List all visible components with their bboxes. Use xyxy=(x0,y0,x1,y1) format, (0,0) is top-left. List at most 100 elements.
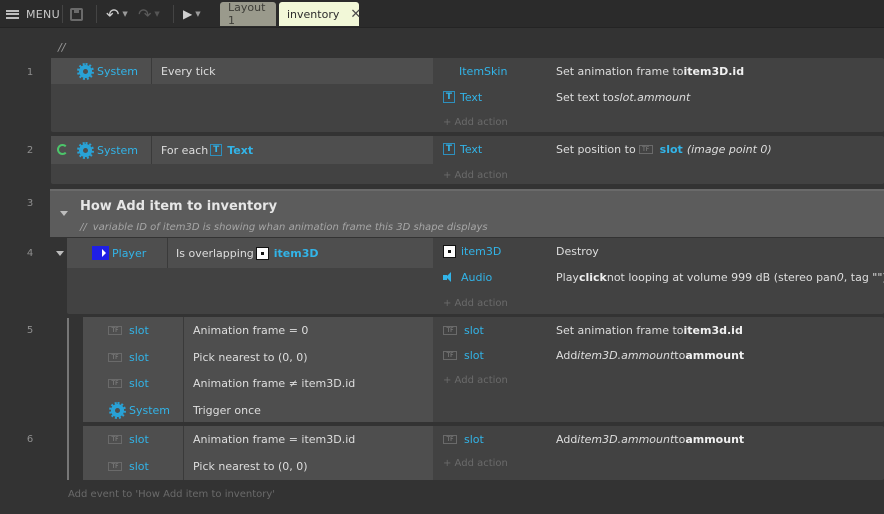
event-block[interactable]: TF slot Animation frame = 0 TF slot Pick n… xyxy=(83,317,884,422)
condition-row[interactable]: TF slot Animation frame ≠ item3D.id xyxy=(83,370,433,396)
gear-icon xyxy=(109,401,126,419)
condition-object: System xyxy=(77,136,139,164)
slot-icon: TF xyxy=(108,352,122,362)
action-object: T Text xyxy=(443,136,482,162)
slot-icon: TF xyxy=(443,350,457,360)
collapse-arrow-icon[interactable] xyxy=(60,211,68,216)
condition-text: Pick nearest to (0, 0) xyxy=(193,459,308,473)
condition-row[interactable]: System Trigger once xyxy=(83,397,433,423)
condition-row[interactable]: TF slot Pick nearest to (0, 0) xyxy=(83,453,433,479)
slot-icon: TF xyxy=(638,144,653,154)
condition-text: Animation frame ≠ item3D.id xyxy=(193,376,356,390)
object-name: item3D xyxy=(273,246,319,260)
condition-row[interactable]: TF slot Animation frame = 0 xyxy=(83,317,433,343)
event-block[interactable]: System For each T Text T Text Set positio… xyxy=(51,136,884,184)
slot-icon: TF xyxy=(108,461,122,471)
action-text: Play click not looping at volume 999 dB … xyxy=(556,264,884,290)
menu-label: MENU xyxy=(26,7,60,21)
tab-layout-1[interactable]: Layout 1 xyxy=(220,1,276,27)
action-param: slot.ammount xyxy=(613,90,691,104)
object-name: Text xyxy=(460,90,483,104)
condition-object: Player xyxy=(92,238,146,268)
action-row[interactable]: TF slot Add item3D.ammount to ammount xyxy=(443,426,883,452)
condition-row[interactable]: System For each T Text xyxy=(51,136,433,164)
object-name: System xyxy=(129,403,171,417)
condition-row[interactable]: System Every tick xyxy=(51,58,433,84)
action-param: ammount xyxy=(685,348,745,362)
action-object: TF slot xyxy=(443,342,484,368)
slot-icon: TF xyxy=(108,325,122,335)
action-object: T Text xyxy=(443,84,482,110)
gear-icon xyxy=(77,62,94,80)
action-param: click xyxy=(578,270,607,284)
hamburger-icon xyxy=(6,9,19,19)
condition-text-part: Is overlapping xyxy=(176,246,254,260)
condition-row[interactable]: Player Is overlapping item3D xyxy=(67,238,433,268)
condition-row[interactable]: TF slot Animation frame = item3D.id xyxy=(83,426,433,452)
column-divider xyxy=(151,136,152,164)
action-row[interactable]: Audio Play click not looping at volume 9… xyxy=(443,264,884,290)
action-text: Set text to slot.ammount xyxy=(556,84,690,110)
condition-object: TF slot xyxy=(108,426,149,452)
close-icon[interactable]: ✕ xyxy=(350,7,361,22)
condition-object: System xyxy=(109,397,171,423)
action-text-part: , tag "") xyxy=(843,270,884,284)
action-param: item3d.id xyxy=(683,323,743,337)
add-action-button[interactable]: + Add action xyxy=(443,371,508,389)
comment[interactable]: // xyxy=(58,41,65,54)
action-row[interactable]: T Text Set text to slot.ammount xyxy=(443,84,883,110)
add-action-button[interactable]: + Add action xyxy=(443,166,508,184)
object-name: item3D xyxy=(461,244,502,258)
action-row[interactable]: ItemSkin Set animation frame to item3D.i… xyxy=(443,58,883,84)
object-name: slot xyxy=(129,376,149,390)
save-icon xyxy=(70,7,83,21)
object-name: Text xyxy=(460,142,483,156)
action-row[interactable]: item3D Destroy xyxy=(443,238,883,264)
object-name: slot xyxy=(129,323,149,337)
action-param: item3D.id xyxy=(683,64,745,78)
line-number: 6 xyxy=(26,434,34,445)
condition-object: TF slot xyxy=(108,370,149,396)
preview-button[interactable]: ▶ ▼ xyxy=(183,0,201,28)
object-name: System xyxy=(97,143,139,157)
slot-icon: TF xyxy=(443,325,457,335)
action-row[interactable]: T Text Set position to TF slot (image po… xyxy=(443,136,883,162)
save-button[interactable] xyxy=(70,0,83,28)
action-object: item3D xyxy=(443,238,501,264)
undo-button[interactable]: ↶ ▼ xyxy=(106,0,128,28)
object-name: slot xyxy=(129,350,149,364)
redo-button[interactable]: ↷ ▼ xyxy=(138,0,160,28)
action-row[interactable]: TF slot Add item3D.ammount to ammount xyxy=(443,342,883,368)
action-param: (image point 0) xyxy=(686,142,772,156)
condition-row[interactable]: TF slot Pick nearest to (0, 0) xyxy=(83,344,433,370)
action-text-part: Set animation frame to xyxy=(556,323,684,337)
event-block[interactable]: System Every tick ItemSkin Set animation… xyxy=(51,58,884,132)
add-action-button[interactable]: + Add action xyxy=(443,454,508,472)
action-object: ItemSkin xyxy=(459,58,507,84)
add-event-button[interactable]: Add event to 'How Add item to inventory' xyxy=(68,489,275,500)
condition-target: item3D xyxy=(255,246,319,260)
event-group[interactable]: How Add item to inventory // variable ID … xyxy=(50,189,884,237)
line-number: 1 xyxy=(26,67,34,78)
add-action-button[interactable]: + Add action xyxy=(443,294,508,312)
chevron-down-icon: ▼ xyxy=(122,10,128,18)
action-text-part: Set position to xyxy=(556,142,636,156)
condition-text: Animation frame = 0 xyxy=(193,323,309,337)
slot-icon: TF xyxy=(443,434,457,444)
condition-text: For each T Text xyxy=(161,136,253,164)
tab-label: inventory xyxy=(287,7,340,21)
action-text-part: to xyxy=(674,348,686,362)
condition-object: TF slot xyxy=(108,344,149,370)
text-object-icon: T xyxy=(443,143,455,155)
event-block[interactable]: TF slot Animation frame = item3D.id TF slo… xyxy=(83,426,884,480)
group-title: How Add item to inventory xyxy=(80,199,278,214)
tab-inventory[interactable]: inventory ✕ xyxy=(279,2,361,26)
collapse-arrow-icon[interactable] xyxy=(56,251,64,256)
event-block[interactable]: Player Is overlapping item3D item3D Dest… xyxy=(67,238,884,314)
action-row[interactable]: TF slot Set animation frame to item3d.id xyxy=(443,317,883,343)
action-text: Set animation frame to item3D.id xyxy=(556,58,744,84)
chevron-down-icon: ▼ xyxy=(195,10,201,18)
add-action-button[interactable]: + Add action xyxy=(443,113,508,131)
menu-button[interactable]: MENU xyxy=(6,0,60,28)
action-text: Add item3D.ammount to ammount xyxy=(556,342,744,368)
